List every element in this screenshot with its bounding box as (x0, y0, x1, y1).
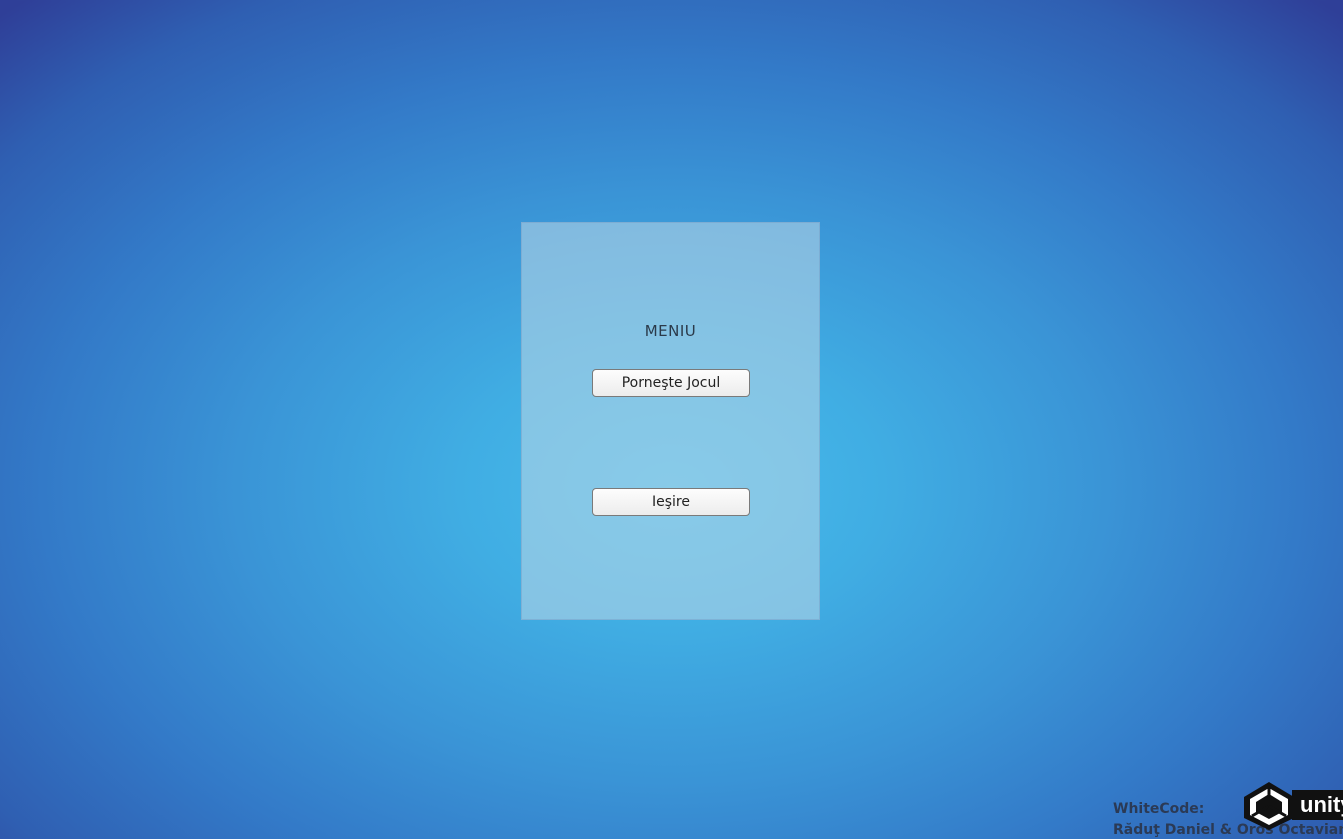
menu-panel: MENIU Porneşte Jocul Ieşire (521, 222, 820, 620)
unity-wordmark: unity (1300, 792, 1343, 817)
unity-logo: unity (1240, 780, 1343, 832)
unity-wordmark-box: unity (1292, 790, 1343, 820)
unity-icon (1244, 782, 1294, 830)
exit-button[interactable]: Ieşire (592, 488, 750, 516)
start-game-button[interactable]: Porneşte Jocul (592, 369, 750, 397)
game-screen: MENIU Porneşte Jocul Ieşire WhiteCode: R… (0, 0, 1343, 839)
menu-title: MENIU (644, 322, 697, 340)
